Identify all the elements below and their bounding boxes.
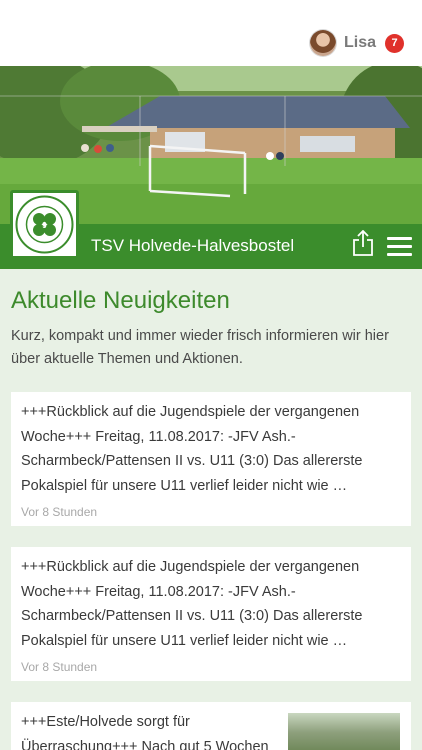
news-card-text[interactable]: +++Rückblick auf die Jugendspiele der ve… (21, 555, 400, 653)
intro-text: Kurz, kompakt und immer wieder frisch in… (11, 328, 389, 367)
news-card[interactable]: +++Rückblick auf die Jugendspiele der ve… (11, 392, 411, 526)
main-content: Aktuelle Neuigkeiten Kurz, kompakt und i… (0, 269, 422, 750)
news-card-thumbnail[interactable] (288, 713, 400, 750)
svg-text:9: 9 (42, 221, 47, 230)
news-card-text[interactable]: +++Este/Holvede sorgt für Überraschung++… (21, 710, 279, 750)
share-icon[interactable] (352, 229, 374, 256)
user-name[interactable]: Lisa (344, 34, 376, 52)
club-logo[interactable]: 9 (10, 190, 79, 259)
page-title: Aktuelle Neuigkeiten (11, 287, 230, 314)
notification-badge[interactable]: 7 (385, 33, 404, 53)
top-bar: Lisa 7 (0, 0, 422, 66)
user-profile[interactable]: Lisa 7 (309, 30, 404, 56)
news-card-text[interactable]: +++Rückblick auf die Jugendspiele der ve… (21, 400, 400, 498)
news-card-time: Vor 8 Stunden (21, 505, 98, 519)
club-title: TSV Holvede-Halvesbostel (91, 236, 295, 255)
news-card[interactable]: +++Rückblick auf die Jugendspiele der ve… (11, 547, 411, 681)
hamburger-menu-icon[interactable] (387, 237, 412, 256)
avatar[interactable] (309, 30, 336, 56)
news-card[interactable]: +++Este/Holvede sorgt für Überraschung++… (11, 702, 411, 750)
news-card-time: Vor 8 Stunden (21, 660, 98, 674)
